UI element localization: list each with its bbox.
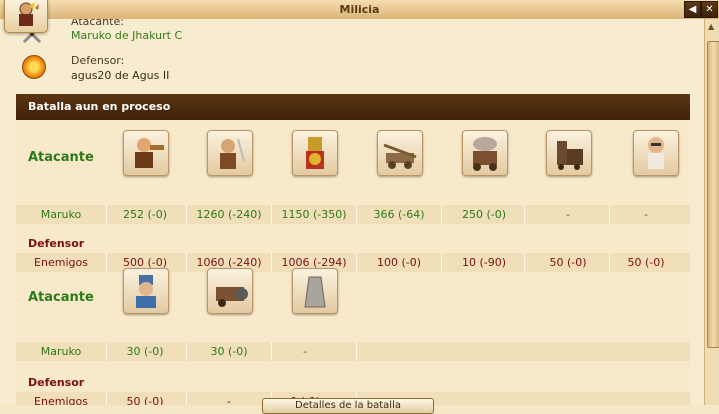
report-content: Atacante: Maruko de Jhakurt C Defensor: … [0,19,704,405]
value-cell: 50 (-0) [549,256,587,269]
attacker-values-row: Maruko 252 (-0) 1260 (-240) 1150 (-350) … [16,205,690,224]
attacker-row-label: Maruko [40,345,82,358]
battle-status-header: Batalla aun en proceso [16,94,690,120]
attacker-values-row: Maruko 30 (-0) 30 (-0) - [16,342,690,361]
defender-section-title: Defensor [28,376,85,389]
hoplite-icon [292,130,338,176]
value-cell: - [644,208,648,221]
value-cell: 252 (-0) [122,208,168,221]
catapult-icon [546,130,592,176]
value-cell: 1150 (-350) [281,208,347,221]
value-cell: 1260 (-240) [196,208,262,221]
attacker-row-label: Maruko [40,208,82,221]
shield-medal-icon [22,55,46,79]
mortar-icon [207,268,253,314]
vertical-scrollbar[interactable]: ▲ [704,19,719,405]
ballista-icon [377,130,423,176]
scroll-up-arrow-icon[interactable]: ▲ [708,22,714,31]
attacker-section-title: Atacante [28,150,94,165]
value-cell: 30 (-0) [210,345,248,358]
wall-icon [292,268,338,314]
defender-section-title: Defensor [28,237,85,250]
window-titlebar: Milicia ◀ ✕ [0,0,719,20]
value-cell: 10 (-90) [461,256,507,269]
attacker-section-title: Atacante [28,290,94,305]
battle-participants: Atacante: Maruko de Jhakurt C Defensor: … [0,19,704,89]
slinger-icon [123,130,169,176]
close-icon[interactable]: ✕ [701,1,718,18]
value-cell: 50 (-0) [627,256,665,269]
defender-row-label: Enemigos [34,395,88,405]
value-cell: 30 (-0) [126,345,164,358]
attacker-heading: Atacante: [71,19,124,28]
doctor-icon [633,130,679,176]
defender-row-label: Enemigos [34,256,88,269]
cook-icon [123,268,169,314]
battle-table: Atacante Maruko 252 (-0) 1260 (-240) 115… [16,120,690,405]
value-cell: - [227,395,231,405]
value-cell: 366 (-64) [373,208,425,221]
value-cell: - [303,345,307,358]
value-cell: - [566,208,570,221]
defender-heading: Defensor: [71,54,125,67]
back-arrow-icon[interactable]: ◀ [684,1,701,18]
attacker-name: Maruko de Jhakurt C [71,29,183,42]
defender-values-row: Enemigos 500 (-0) 1060 (-240) 1006 (-294… [16,253,690,272]
value-cell: 250 (-0) [461,208,507,221]
militia-logo-icon [4,0,48,33]
battering-ram-icon [462,130,508,176]
swordsman-icon [207,130,253,176]
defender-name: agus20 de Agus II [71,69,170,82]
battle-details-button[interactable]: Detalles de la batalla [262,398,434,414]
value-cell: 50 (-0) [126,395,164,405]
value-cell: 100 (-0) [376,256,422,269]
scroll-thumb[interactable] [707,41,719,348]
window-title: Milicia [339,3,380,16]
